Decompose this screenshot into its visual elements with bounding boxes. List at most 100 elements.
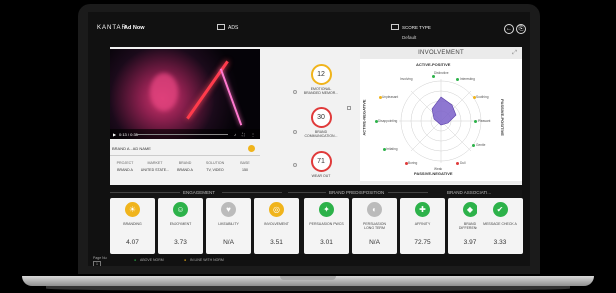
meta-solution: SOLUTION TV, VIDEO: [200, 159, 230, 183]
involvement-icon: ◎: [269, 202, 284, 217]
radar-dot: [456, 78, 459, 81]
radar-dot: [379, 96, 382, 99]
metric-label: MESSAGE CHECK A: [483, 222, 517, 226]
metric-card-message-check[interactable]: ✔ MESSAGE CHECK A 3.33: [477, 198, 523, 254]
laptop-base: [22, 276, 594, 286]
metric-card-branding[interactable]: ☀ BRANDING 4.07: [110, 198, 155, 254]
divider: [288, 192, 326, 193]
kpi-label: WEAR OUT: [311, 174, 331, 178]
kpi-info-icon[interactable]: [293, 130, 297, 134]
kpi-wear-out[interactable]: 71 WEAR OUT: [298, 151, 344, 178]
laptop-notch: [280, 276, 336, 280]
app-title: Ad Now: [124, 25, 145, 31]
header: KANTAR Ad Now ADS SCORE TYPE Default ← ⎘: [88, 12, 530, 42]
kpi-emotional-branded-memory[interactable]: 12 EMOTIONAL BRANDED MEMOR...: [298, 64, 344, 95]
involvement-title: INVOLVEMENT: [418, 50, 464, 56]
involvement-panel: INVOLVEMENT ⤢ ACTIVE-POSITIVE PASSIVE-NE…: [360, 47, 522, 184]
kpi-ring: 30: [310, 107, 332, 128]
metric-card-persuasion-pwcs[interactable]: ✦ PERSUASION PWCS 3.01: [304, 198, 349, 254]
radar-label: Distinctive: [434, 71, 449, 75]
divider: [222, 192, 282, 193]
affinity-icon: ✚: [415, 202, 430, 217]
brand-row: BRAND A - AD NAME: [110, 143, 260, 156]
ads-icon[interactable]: [217, 24, 225, 30]
brand-difference-icon: ◆: [462, 202, 478, 217]
radar-label: Pleasant: [478, 119, 491, 123]
expand-icon[interactable]: [347, 106, 351, 110]
metric-card-affinity[interactable]: ✚ AFFINITY 72.75: [400, 198, 445, 254]
metric-label: LIKEABILITY: [218, 222, 239, 226]
expand-icon[interactable]: ⤢: [512, 50, 517, 57]
kpi-info-icon[interactable]: [293, 90, 297, 94]
metric-value: 3.33: [493, 239, 507, 246]
meta-value: BRAND A: [117, 168, 133, 172]
video-progress-bar[interactable]: [136, 134, 228, 135]
radar-label: Unpleasant: [382, 95, 399, 99]
branding-icon: ☀: [125, 202, 140, 217]
ads-label[interactable]: ADS: [228, 25, 238, 31]
volume-icon[interactable]: ♪: [234, 132, 236, 137]
export-icon[interactable]: ⎘: [516, 24, 526, 34]
main-content: ▶ 0:13 / 0:35 ♪ ⛶ ⋮ BRAND A - AD NAME PR…: [110, 47, 522, 185]
meta-project: PROJECT BRAND A: [110, 159, 140, 183]
video-figure: [150, 73, 178, 111]
more-icon[interactable]: ⋮: [251, 132, 255, 137]
metric-card-enjoyment[interactable]: ☺ ENJOYMENT 3.73: [158, 198, 203, 254]
meta-brand: BRAND BRAND A: [170, 159, 200, 183]
likeability-icon: ♥: [221, 202, 236, 217]
fullscreen-icon[interactable]: ⛶: [242, 132, 245, 137]
radar-dot: [432, 75, 435, 78]
radar-label: Dull: [460, 161, 466, 165]
kpi-ring: 71: [310, 151, 332, 172]
score-type-select[interactable]: Default: [402, 35, 416, 40]
metric-label: PERSUASION PWCS: [309, 222, 344, 226]
in-line-norm-label: IN LINE WITH NORM: [190, 258, 224, 262]
kpi-brand-communication[interactable]: 30 BRAND COMMUNICATION...: [298, 107, 344, 138]
metric-card-likeability[interactable]: ♥ LIKEABILITY N/A: [206, 198, 251, 254]
meta-base: BASE 150: [230, 159, 260, 183]
metric-card-persuasion-long-term[interactable]: ◐ PERSUASION LONG TERM N/A: [352, 198, 397, 254]
video-controls: ▶ 0:13 / 0:35 ♪ ⛶ ⋮: [110, 129, 260, 139]
radar-label: Involving: [400, 77, 413, 81]
radar-label: Gentle: [476, 143, 486, 147]
section-brand-predisposition: BRAND PREDISPOSITION: [329, 190, 385, 195]
above-norm-label: ABOVE NORM: [140, 258, 164, 262]
radar-label: Interesting: [460, 77, 475, 81]
page-number-select[interactable]: 1: [93, 261, 101, 266]
radar-label: Boring: [408, 161, 418, 165]
enjoyment-icon: ☺: [173, 202, 188, 217]
metric-value: 3.73: [174, 239, 187, 246]
meta-value: TV, VIDEO: [206, 168, 224, 172]
radar-label: Weak: [434, 167, 443, 171]
meta-label: MARKET: [147, 161, 163, 165]
video-player[interactable]: ▶ 0:13 / 0:35 ♪ ⛶ ⋮: [110, 49, 260, 139]
kpi-label: BRANDED MEMOR...: [303, 91, 339, 96]
metric-value: N/A: [369, 239, 380, 246]
radar-dot: [474, 120, 477, 123]
neon-light: [186, 60, 229, 120]
metric-label: PERSUASION LONG TERM: [352, 222, 397, 231]
metric-label: AFFINITY: [414, 222, 431, 226]
app-screen: KANTAR Ad Now ADS SCORE TYPE Default ← ⎘…: [88, 12, 530, 266]
divider: [388, 192, 428, 193]
kpi-info-icon[interactable]: [293, 163, 297, 167]
metric-card-involvement[interactable]: ◎ INVOLVEMENT 3.51: [254, 198, 299, 254]
divider: [110, 192, 180, 193]
radar-dot: [456, 162, 459, 165]
back-arrow-icon[interactable]: ←: [504, 24, 514, 34]
radar-dot: [473, 96, 476, 99]
involvement-chart: ACTIVE-POSITIVE PASSIVE-NEGATIVE ACTIVE-…: [360, 59, 522, 181]
meta-label: BASE: [240, 161, 250, 165]
laptop-shadow: [46, 286, 570, 291]
play-icon[interactable]: ▶: [113, 132, 116, 137]
message-check-icon: ✔: [492, 202, 508, 217]
meta-market: MARKET UNITED STATE...: [140, 159, 170, 183]
meta-value: BRAND A: [177, 168, 193, 172]
meta-label: PROJECT: [116, 161, 134, 165]
section-brand-association: BRAND ASSOCIATI...: [447, 190, 492, 195]
brand-logo: KANTAR: [97, 25, 127, 31]
metric-value: 72.75: [414, 239, 431, 246]
persuasion-long-term-icon: ◐: [367, 202, 382, 217]
score-type-icon[interactable]: [391, 24, 399, 30]
meta-label: BRAND: [178, 161, 192, 165]
